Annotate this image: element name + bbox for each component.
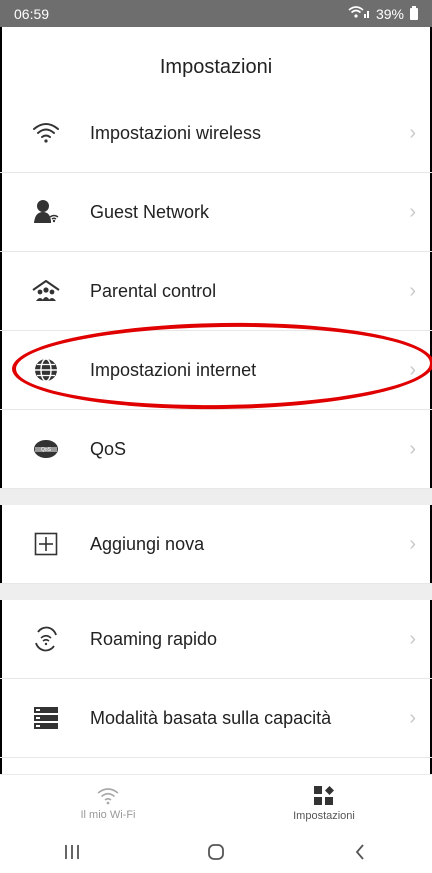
settings-item-label: Impostazioni wireless [90,122,262,143]
chevron-right-icon: › [409,200,416,223]
qos-icon: QoS [30,433,62,465]
chevron-right-icon: › [409,358,416,381]
chevron-right-icon: › [409,532,416,555]
settings-item-internet[interactable]: Impostazioni internet › [0,331,432,410]
settings-item-label: Roaming rapido [90,628,218,649]
settings-item-label: Parental control [90,280,217,301]
status-icons: 39% [348,5,418,22]
battery-icon [410,5,418,20]
svg-text:QoS: QoS [41,447,52,453]
globe-icon [30,354,62,386]
settings-list: Impostazioni wireless › Guest Network › [0,94,432,798]
home-button[interactable] [196,832,236,872]
guest-user-icon [30,196,62,228]
chevron-right-icon: › [409,437,416,460]
settings-item-label: Aggiungi nova [90,533,205,554]
wifi-signal-icon [348,5,370,22]
fast-roaming-icon [30,623,62,655]
section-divider [0,489,432,505]
settings-grid-icon [313,785,335,810]
chevron-right-icon: › [409,121,416,144]
nav-my-wifi[interactable]: Il mio Wi-Fi [0,775,216,831]
home-icon [208,843,224,860]
battery-percent: 39% [375,5,404,22]
chevron-right-icon: › [409,627,416,650]
settings-item-label: Guest Network [90,201,210,222]
capacity-mode-icon [30,702,62,734]
bottom-navigation: Il mio Wi-Fi Impostazioni [0,774,432,831]
settings-item-wireless[interactable]: Impostazioni wireless › [0,94,432,173]
settings-item-add-node[interactable]: Aggiungi nova › [0,505,432,584]
settings-item-guest-network[interactable]: Guest Network › [0,173,432,252]
settings-item-label: QoS [90,438,127,459]
settings-item-qos[interactable]: QoS QoS › [0,410,432,489]
settings-item-label: Modalità basata sulla capacità [90,707,332,728]
settings-item-label: Impostazioni internet [90,359,257,380]
nav-settings[interactable]: Impostazioni [216,775,432,831]
family-home-icon [30,275,62,307]
chevron-right-icon: › [409,706,416,729]
section-divider [0,584,432,600]
status-time: 06:59 [14,5,50,22]
settings-item-fast-roaming[interactable]: Roaming rapido › [0,600,432,679]
back-icon [355,843,364,860]
add-node-icon [30,528,62,560]
recent-apps-icon [65,844,79,859]
chevron-right-icon: › [409,279,416,302]
system-navigation-bar [0,830,432,873]
nav-label: Impostazioni [293,809,355,822]
back-button[interactable] [340,832,380,872]
wifi-icon [96,786,120,809]
nav-label: Il mio Wi-Fi [80,808,136,821]
settings-item-parental-control[interactable]: Parental control › [0,252,432,331]
wifi-icon [30,117,62,149]
settings-item-capacity-mode[interactable]: Modalità basata sulla capacità › [0,679,432,758]
status-bar: 06:59 39% [0,0,432,27]
recent-apps-button[interactable] [52,832,92,872]
